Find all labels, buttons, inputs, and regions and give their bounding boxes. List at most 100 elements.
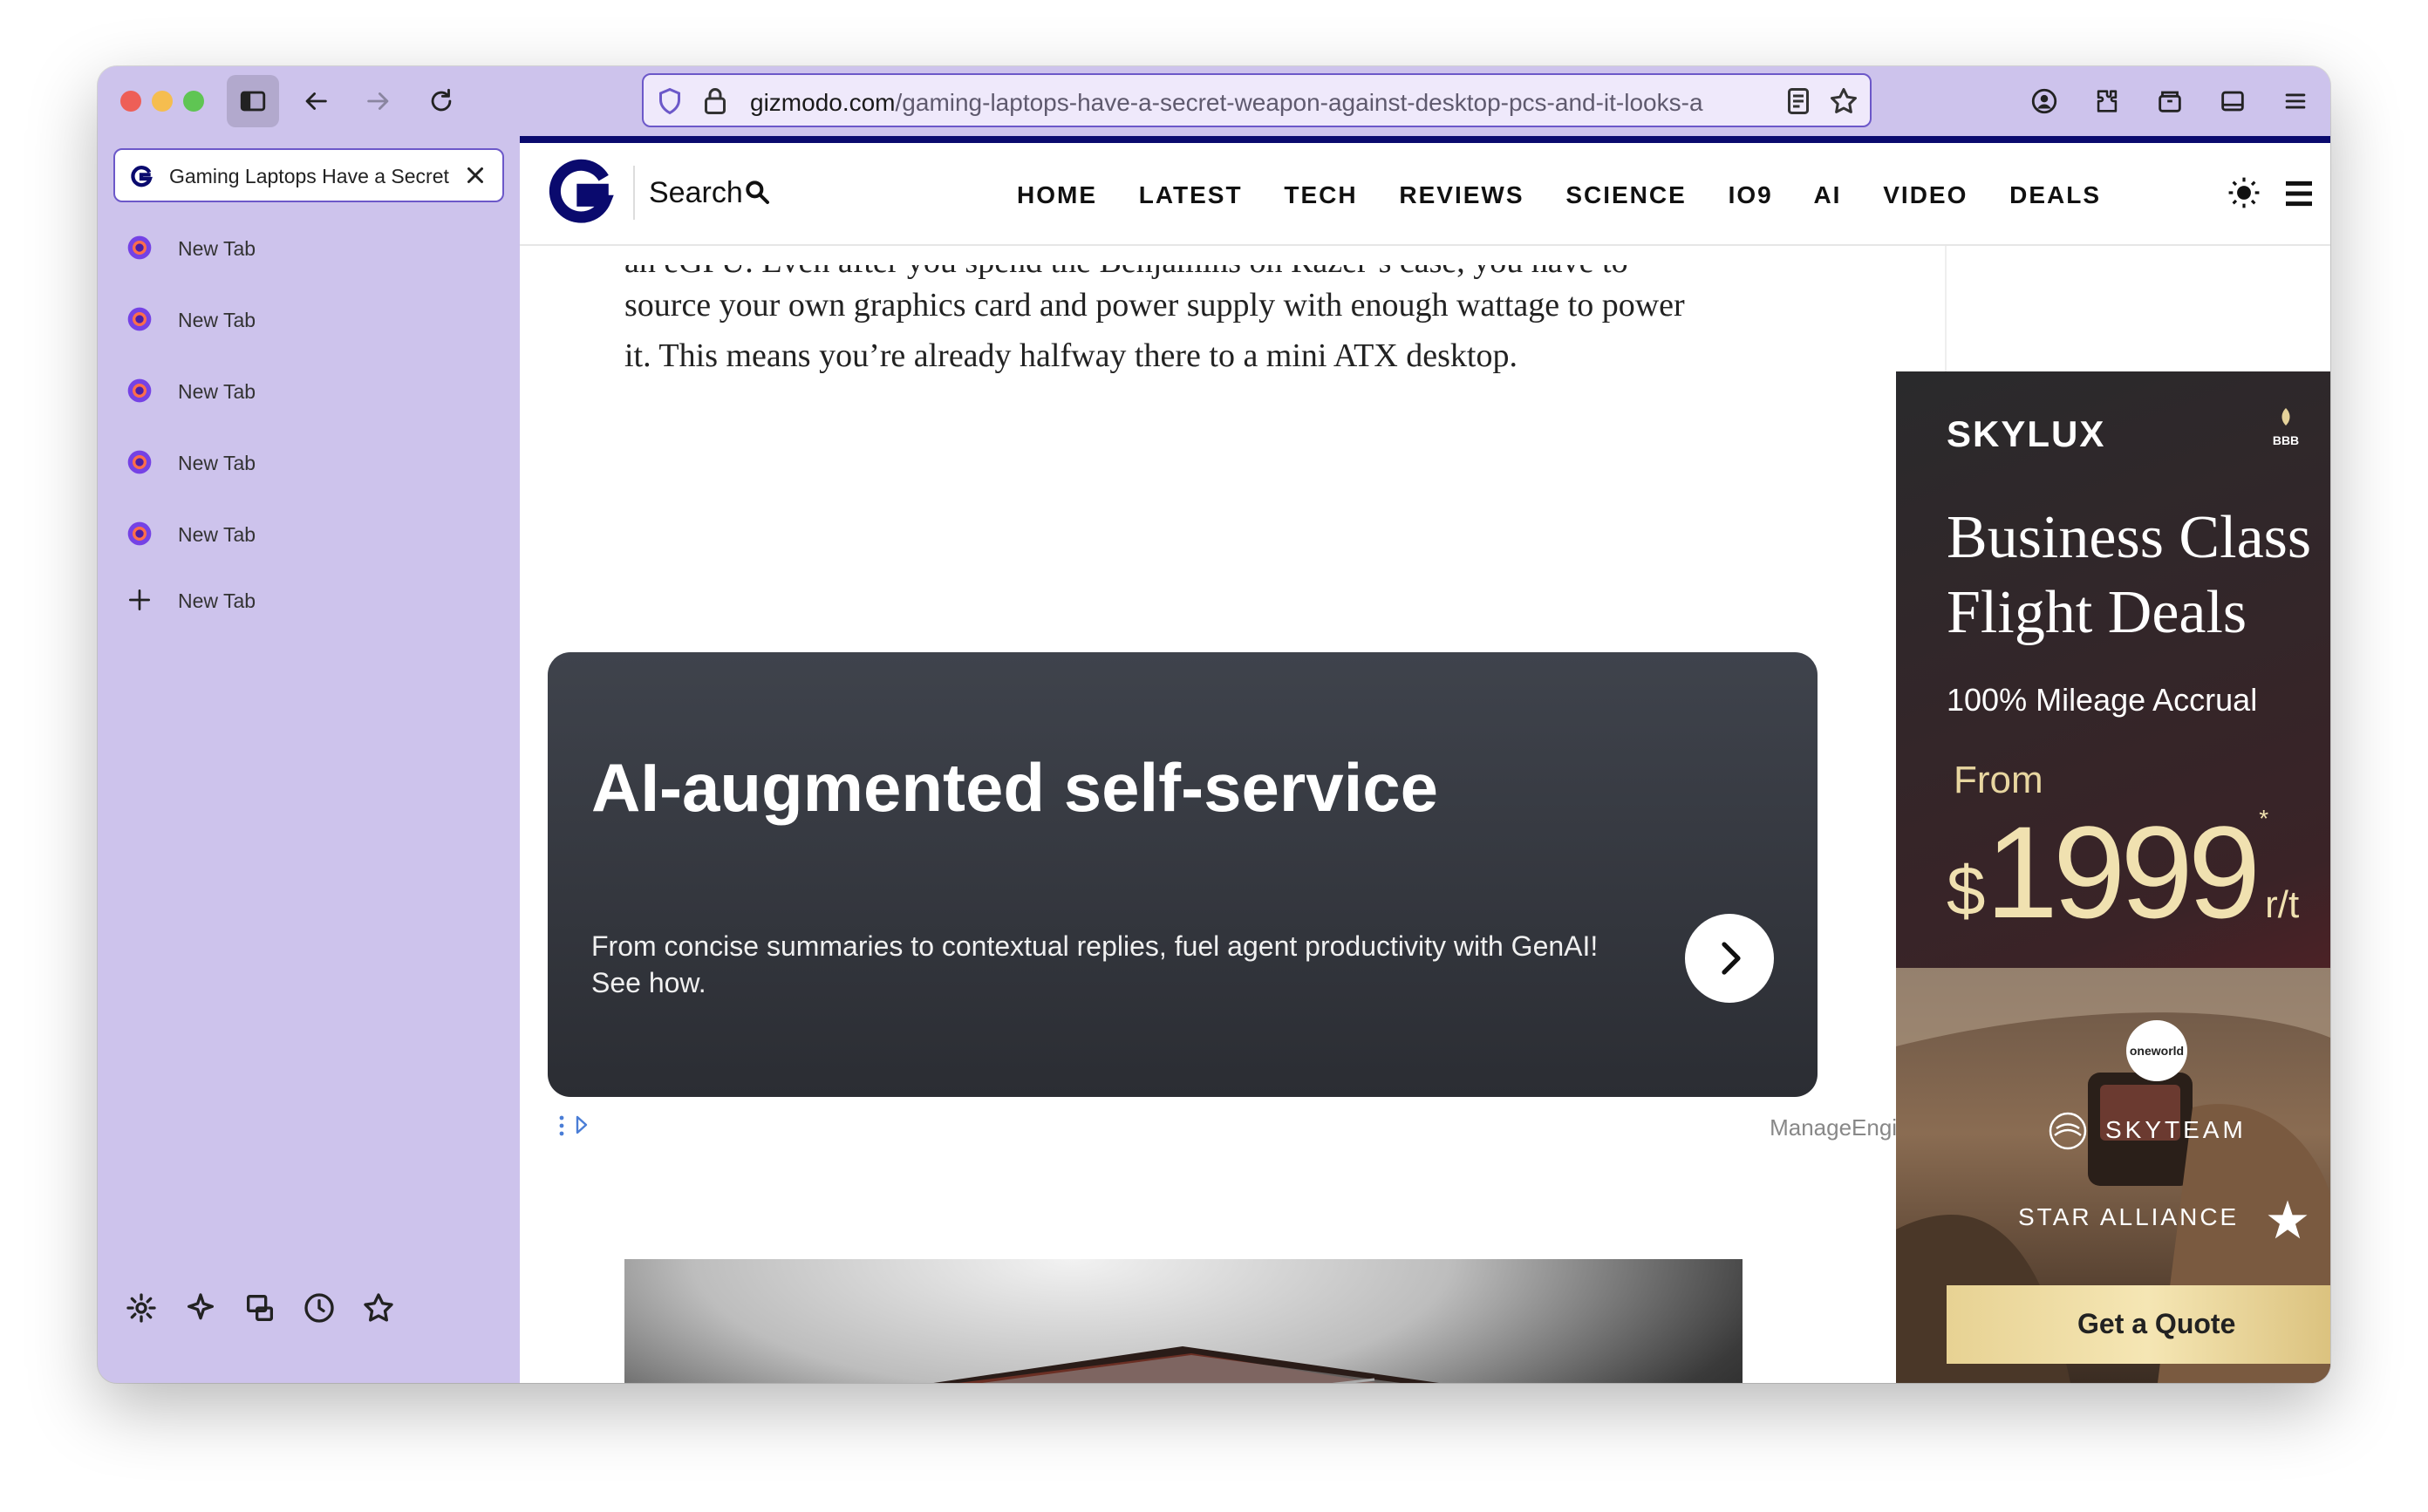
reader-view-icon[interactable] [1783, 85, 1814, 117]
side-ad-from: From [1954, 759, 2043, 801]
minimize-window-button[interactable] [152, 91, 173, 112]
sidebar-tab-label: New Tab [178, 309, 256, 331]
firefox-icon [127, 378, 152, 403]
hamburger-menu-icon [2285, 93, 2306, 109]
firefox-icon [127, 235, 152, 260]
sidebar-tab-new-tab-1[interactable]: New Tab [126, 228, 492, 267]
firefox-icon [127, 450, 152, 474]
nav-science[interactable]: SCIENCE [1565, 181, 1686, 208]
reload-icon [431, 88, 452, 112]
puzzle-icon [2097, 90, 2118, 112]
oneworld-logo: oneworld [2126, 1020, 2187, 1081]
forward-button[interactable] [352, 75, 405, 127]
new-tab-button[interactable]: New Tab [126, 581, 492, 619]
sidebar-tab-label: New Tab [178, 380, 256, 403]
inline-ad-title: AI-augmented self-service [591, 749, 1439, 826]
side-ad-price: $1999 * r/t [1947, 797, 2299, 948]
close-tab-icon[interactable] [462, 162, 488, 188]
sidebar-tab-label: New Tab [178, 523, 256, 546]
url-text[interactable]: gizmodo.com/gaming-laptops-have-a-secret… [750, 89, 1736, 117]
svg-text:BBB: BBB [2273, 433, 2299, 447]
nav-latest[interactable]: LATEST [1139, 181, 1243, 208]
side-ad-headline-line-2: Flight Deals [1947, 579, 2247, 646]
account-button[interactable] [2018, 75, 2070, 127]
inline-ad-body: From concise summaries to contextual rep… [591, 930, 1599, 998]
price-unit: r/t [2265, 883, 2300, 926]
sidebar-icon [240, 91, 266, 112]
bookmark-star-icon[interactable] [1828, 85, 1859, 117]
get-a-quote-button[interactable]: Get a Quote [1947, 1285, 2330, 1364]
extensions-button[interactable] [2081, 75, 2133, 127]
inline-ad-arrow-button[interactable] [1685, 914, 1774, 1003]
history-clock-icon[interactable] [302, 1291, 337, 1325]
inline-ad-card[interactable]: AI-augmented self-service From concise s… [548, 652, 1818, 1097]
sidebar-ad[interactable]: SKYLUX BBB Business Class Flight Deals 10… [1896, 371, 2330, 1383]
nav-home[interactable]: HOME [1017, 181, 1097, 208]
article-line-1: an eGPU. Even after you spend the Benjam… [624, 243, 1628, 280]
nav-ai[interactable]: AI [1813, 181, 1841, 208]
browser-window: gizmodo.com/gaming-laptops-have-a-secret… [98, 66, 2330, 1383]
sun-theme-icon[interactable] [2227, 176, 2261, 209]
nav-video[interactable]: VIDEO [1883, 181, 1968, 208]
zoom-window-button[interactable] [183, 91, 204, 112]
address-bar[interactable]: gizmodo.com/gaming-laptops-have-a-secret… [642, 73, 1872, 127]
sidebar-tab-new-tab-2[interactable]: New Tab [126, 300, 492, 338]
reload-button[interactable] [415, 75, 467, 127]
container-button[interactable] [2144, 75, 2196, 127]
site-nav: HOME LATEST TECH REVIEWS SCIENCE IO9 AI … [1017, 181, 2134, 209]
side-ad-subheadline: 100% Mileage Accrual [1947, 682, 2258, 718]
ai-sparkle-icon[interactable] [183, 1291, 218, 1325]
gizmodo-favicon-icon [131, 166, 153, 187]
egpu-device-illustration [933, 1346, 1439, 1383]
side-ad-cabin-photo: oneworld SKYTEAM STAR ALLIANCE Get a Quo… [1896, 968, 2330, 1383]
shield-icon[interactable] [654, 85, 685, 117]
nav-io9[interactable]: IO9 [1729, 181, 1773, 208]
sidebar-toggle-button[interactable] [227, 75, 279, 127]
bbb-badge-icon: BBB [2273, 408, 2299, 447]
firefox-icon [127, 521, 152, 546]
sidebar-tab-new-tab-5[interactable]: New Tab [126, 514, 492, 553]
chevron-right-icon [1722, 942, 1741, 975]
web-content: Search HOME LATEST TECH REVIEWS SCIENCE … [520, 136, 2330, 1383]
active-tab[interactable]: Gaming Laptops Have a Secret Weapon Agai… [113, 148, 504, 202]
get-a-quote-label: Get a Quote [2077, 1308, 2236, 1339]
article-hero-image [624, 1259, 1743, 1383]
side-ad-headline-line-1: Business Class [1947, 504, 2312, 571]
app-menu-button[interactable] [2269, 75, 2322, 127]
nav-reviews[interactable]: REVIEWS [1399, 181, 1524, 208]
price-currency: $ [1947, 852, 1986, 930]
account-icon [2031, 88, 2057, 114]
bookmarks-star-icon[interactable] [361, 1291, 396, 1325]
vertical-tabs-sidebar: Gaming Laptops Have a Secret Weapon Agai… [98, 136, 520, 1383]
back-button[interactable] [290, 75, 342, 127]
arrow-left-icon [305, 92, 327, 110]
adchoices-icon[interactable] [556, 1113, 591, 1139]
skyteam-label: SKYTEAM [2105, 1116, 2247, 1143]
star-alliance-label: STAR ALLIANCE [2018, 1203, 2240, 1230]
site-header: Search HOME LATEST TECH REVIEWS SCIENCE … [520, 143, 2330, 246]
site-menu-icon[interactable] [2281, 176, 2316, 211]
sidebar-tab-new-tab-4[interactable]: New Tab [126, 443, 492, 481]
split-view-button[interactable] [2206, 75, 2259, 127]
sidebar-tab-new-tab-3[interactable]: New Tab [126, 371, 492, 410]
settings-gear-icon[interactable] [124, 1291, 159, 1325]
article-line-2: source your own graphics card and power … [624, 287, 1685, 324]
url-host: gizmodo.com [750, 89, 896, 116]
nav-tech[interactable]: TECH [1284, 181, 1357, 208]
browser-toolbar: gizmodo.com/gaming-laptops-have-a-secret… [98, 66, 2330, 136]
close-window-button[interactable] [120, 91, 141, 112]
active-tab-title: Gaming Laptops Have a Secret Weapon Agai… [169, 165, 450, 187]
sidebar-tab-label: New Tab [178, 452, 256, 474]
firefox-icon [127, 307, 152, 331]
nav-deals[interactable]: DEALS [2009, 181, 2101, 208]
article-line-3: it. This means you’re already halfway th… [624, 337, 1518, 374]
skyteam-logo-icon [2049, 1112, 2087, 1150]
article-body: an eGPU. Even after you spend the Benjam… [520, 246, 1945, 1383]
split-view-icon [2221, 91, 2244, 112]
site-search-label[interactable]: Search [649, 176, 743, 210]
gizmodo-logo[interactable] [548, 155, 614, 230]
search-icon[interactable] [743, 178, 771, 206]
container-icon [2159, 91, 2181, 112]
lock-icon[interactable] [699, 85, 731, 117]
synced-tabs-icon[interactable] [242, 1291, 277, 1325]
